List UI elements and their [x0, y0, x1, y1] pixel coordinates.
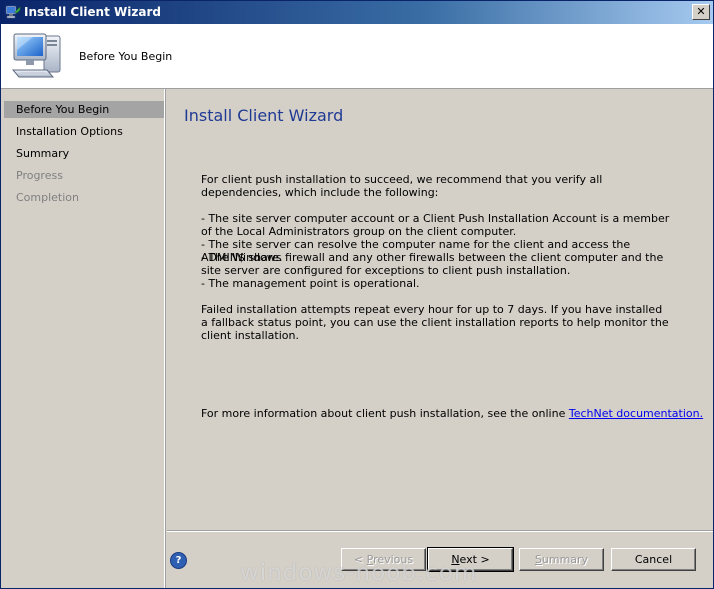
- watermark-text: windows-noob.com: [240, 560, 478, 586]
- window-title: Install Client Wizard: [24, 5, 161, 19]
- help-icon[interactable]: ?: [170, 552, 187, 569]
- nav-step-summary[interactable]: Summary: [4, 145, 164, 162]
- nav-step-installation-options[interactable]: Installation Options: [4, 123, 164, 140]
- more-info-text: For more information about client push i…: [201, 407, 703, 420]
- close-icon: ✕: [696, 5, 706, 18]
- header-title: Before You Begin: [79, 50, 173, 63]
- summary-button-rest: ummary: [541, 553, 589, 566]
- wizard-window: Install Client Wizard ✕ Before You Begin…: [0, 0, 714, 589]
- summary-button: Summary: [519, 548, 604, 571]
- summary-button-hotkey: S: [534, 553, 542, 566]
- nav-step-completion: Completion: [16, 191, 80, 204]
- wizard-header: Before You Begin: [1, 24, 713, 89]
- wizard-steps-nav: Before You Begin Installation Options Su…: [1, 89, 165, 588]
- technet-documentation-link[interactable]: TechNet documentation.: [569, 407, 703, 420]
- nav-step-before-you-begin[interactable]: Before You Begin: [4, 101, 164, 118]
- nav-step-progress: Progress: [16, 169, 63, 182]
- dependency-item-management-point: - The management point is operational.: [201, 277, 420, 290]
- intro-paragraph: For client push installation to succeed,…: [201, 173, 603, 199]
- title-bar[interactable]: Install Client Wizard ✕: [1, 1, 713, 24]
- dependency-item-account: - The site server computer account or a …: [201, 212, 670, 238]
- cancel-button[interactable]: Cancel: [611, 548, 696, 571]
- wizard-content: Install Client Wizard For client push in…: [167, 89, 713, 529]
- retry-info-paragraph: Failed installation attempts repeat ever…: [201, 303, 669, 342]
- computer-icon: [11, 33, 61, 78]
- more-info-prefix: For more information about client push i…: [201, 407, 569, 420]
- page-title: Install Client Wizard: [184, 106, 344, 125]
- dependency-item-firewall: - The Windows firewall and any other fir…: [201, 251, 664, 277]
- close-button[interactable]: ✕: [692, 4, 710, 20]
- wizard-app-icon: [5, 5, 21, 19]
